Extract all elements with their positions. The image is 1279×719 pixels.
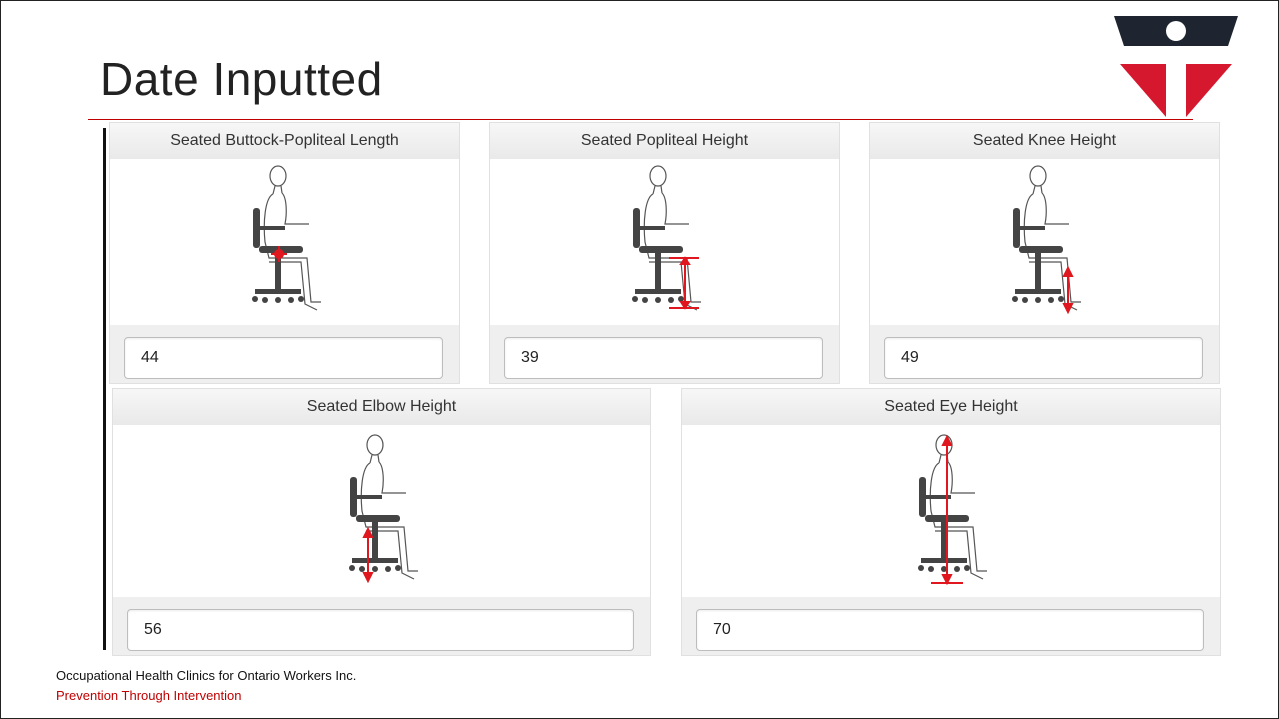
seated-person-icon: [631, 165, 701, 311]
seated-person-icon: [918, 434, 987, 586]
slide-title: Date Inputted: [100, 53, 383, 105]
footer-tagline: Prevention Through Intervention: [56, 688, 242, 703]
seated-figure-image: [113, 425, 650, 597]
card-label: Seated Popliteal Height: [490, 123, 839, 160]
card-input-area: [490, 325, 839, 383]
card-input-area: [110, 325, 459, 383]
seated-figure-image: [490, 159, 839, 325]
card-label: Seated Eye Height: [682, 389, 1220, 426]
card-label: Seated Elbow Height: [113, 389, 650, 426]
buttock-popliteal-input[interactable]: [124, 337, 443, 379]
title-divider: [88, 119, 1193, 120]
seated-person-icon: [1011, 165, 1081, 315]
eye-height-input[interactable]: [696, 609, 1204, 651]
seated-person-icon: [348, 434, 418, 584]
seated-figure-image: [870, 159, 1219, 325]
seated-figure-image: [682, 425, 1220, 597]
measurement-card-knee-height: Seated Knee Height: [869, 122, 1220, 384]
knee-height-input[interactable]: [884, 337, 1203, 379]
measurement-card-eye-height: Seated Eye Height: [681, 388, 1221, 656]
elbow-height-arrow: [361, 526, 374, 584]
popliteal-height-input[interactable]: [504, 337, 823, 379]
knee-height-arrow: [1061, 265, 1074, 315]
measurement-card-popliteal-height: Seated Popliteal Height: [489, 122, 840, 384]
measurement-card-buttock-popliteal: Seated Buttock-Popliteal Length: [109, 122, 460, 384]
ohcow-logo: [1114, 16, 1238, 117]
card-input-area: [113, 597, 650, 655]
footer-organization: Occupational Health Clinics for Ontario …: [56, 668, 357, 683]
left-accent-bar: [103, 128, 106, 650]
card-label: Seated Buttock-Popliteal Length: [110, 123, 459, 160]
measurement-card-elbow-height: Seated Elbow Height: [112, 388, 651, 656]
card-input-area: [682, 597, 1220, 655]
seated-person-icon: [251, 165, 321, 311]
card-label: Seated Knee Height: [870, 123, 1219, 160]
card-input-area: [870, 325, 1219, 383]
seated-figure-image: [110, 159, 459, 325]
elbow-height-input[interactable]: [127, 609, 634, 651]
